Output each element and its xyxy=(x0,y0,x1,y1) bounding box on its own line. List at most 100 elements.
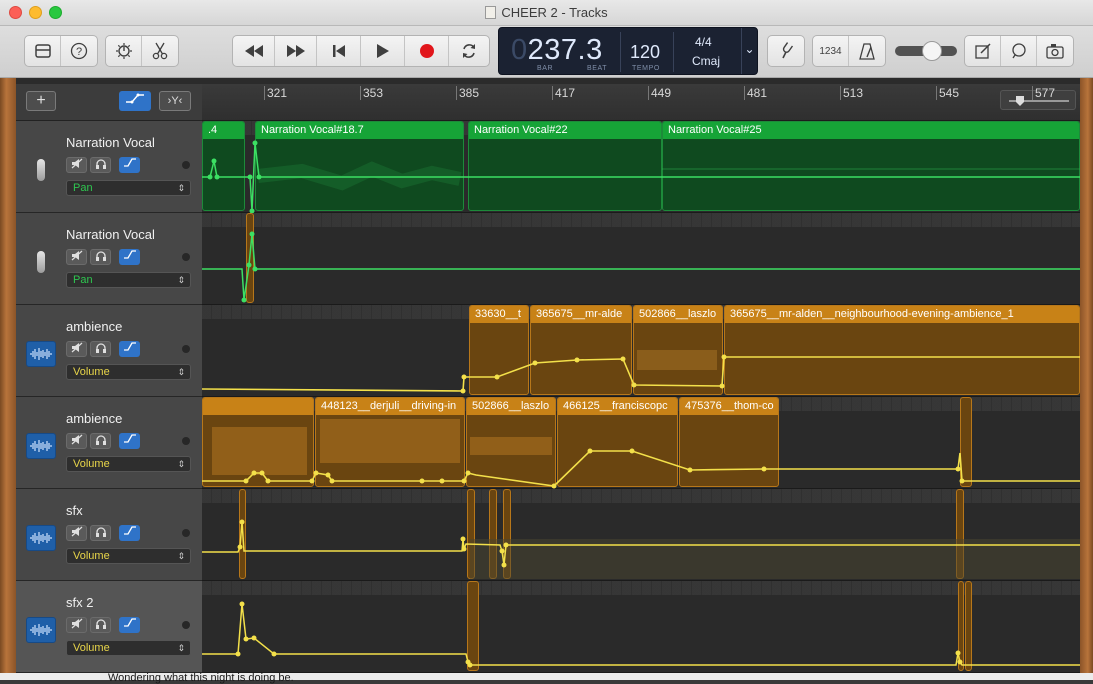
metronome-group: 1234 xyxy=(812,35,886,67)
automation-mode-button[interactable] xyxy=(119,249,140,265)
catch-playhead-button[interactable]: ›Y‹ xyxy=(159,91,191,111)
bar-ruler[interactable]: 321 353 385 417 449 481 513 545 577 xyxy=(202,84,1080,121)
track-lane[interactable] xyxy=(202,581,1080,673)
track-lane[interactable] xyxy=(202,489,1080,581)
smart-controls-button[interactable] xyxy=(106,36,142,66)
headphones-icon xyxy=(95,251,106,261)
show-automation-button[interactable] xyxy=(119,91,151,111)
record-enable-led[interactable] xyxy=(182,621,190,629)
lcd-display[interactable]: 0237.3 BAR BEAT 120 TEMPO 4/4 Cmaj ⌄ xyxy=(498,27,758,75)
automation-mode-button[interactable] xyxy=(119,341,140,357)
library-button[interactable] xyxy=(25,36,61,66)
solo-button[interactable] xyxy=(90,617,111,633)
track-name[interactable]: sfx xyxy=(66,503,83,518)
editor-views-group xyxy=(964,35,1074,67)
waveform-icon xyxy=(26,617,56,643)
record-enable-led[interactable] xyxy=(182,345,190,353)
speaker-muted-icon xyxy=(71,434,82,445)
track-lane[interactable]: 448123__derjuli__driving-in 502866__lasz… xyxy=(202,397,1080,489)
automation-parameter-select[interactable]: Volume ⇕ xyxy=(66,456,191,472)
speaker-muted-icon xyxy=(71,526,82,537)
count-in-button[interactable]: 1234 xyxy=(813,36,849,66)
automation-parameter-select[interactable]: Volume ⇕ xyxy=(66,548,191,564)
track-header[interactable]: ambience Volume ⇕ xyxy=(16,305,202,397)
volume-automation-curve[interactable] xyxy=(202,581,1080,673)
automation-parameter-select[interactable]: Volume ⇕ xyxy=(66,640,191,656)
tuner-button[interactable] xyxy=(768,36,804,66)
rewind-button[interactable] xyxy=(233,36,275,66)
automation-mode-button[interactable] xyxy=(119,617,140,633)
lcd-mode-chevron-icon[interactable]: ⌄ xyxy=(741,28,757,74)
add-track-button[interactable]: + xyxy=(26,91,56,111)
record-enable-led[interactable] xyxy=(182,253,190,261)
volume-automation-curve[interactable] xyxy=(202,489,1080,581)
mute-button[interactable] xyxy=(66,617,87,633)
solo-button[interactable] xyxy=(90,525,111,541)
solo-button[interactable] xyxy=(90,249,111,265)
track-name[interactable]: ambience xyxy=(66,411,122,426)
record-enable-led[interactable] xyxy=(182,161,190,169)
waveform-icon xyxy=(26,525,56,551)
svg-text:?: ? xyxy=(76,46,82,58)
bar-number: 385 xyxy=(459,86,480,100)
automation-parameter-select[interactable]: Pan ⇕ xyxy=(66,272,191,288)
automation-parameter-select[interactable]: Volume ⇕ xyxy=(66,364,191,380)
tuner-group xyxy=(767,35,805,67)
automation-mode-button[interactable] xyxy=(119,433,140,449)
automation-icon xyxy=(123,250,136,259)
tempo-label: TEMPO xyxy=(632,65,660,72)
record-enable-led[interactable] xyxy=(182,437,190,445)
knob-icon xyxy=(115,43,132,59)
bar-tick xyxy=(1032,86,1033,100)
tracks-area[interactable]: 321 353 385 417 449 481 513 545 577 .4 Narration… xyxy=(202,84,1080,673)
cycle-button[interactable] xyxy=(449,36,489,66)
track-name[interactable]: ambience xyxy=(66,319,122,334)
solo-button[interactable] xyxy=(90,341,111,357)
fast-forward-button[interactable] xyxy=(275,36,317,66)
solo-button[interactable] xyxy=(90,433,111,449)
mute-button[interactable] xyxy=(66,157,87,173)
track-header[interactable]: sfx Volume ⇕ xyxy=(16,489,202,581)
automation-icon xyxy=(126,93,144,104)
track-lane[interactable]: 33630__t 365675__mr-alde 502866__laszlo … xyxy=(202,305,1080,397)
bar-tick xyxy=(360,86,361,100)
volume-automation-curve[interactable] xyxy=(202,397,1080,489)
track-name[interactable]: Narration Vocal xyxy=(66,135,155,150)
mute-button[interactable] xyxy=(66,341,87,357)
quick-help-button[interactable]: ? xyxy=(61,36,97,66)
right-wood-panel xyxy=(1080,78,1093,680)
automation-mode-button[interactable] xyxy=(119,157,140,173)
track-header[interactable]: ambience Volume ⇕ xyxy=(16,397,202,489)
browsers-button[interactable] xyxy=(1037,36,1073,66)
mute-button[interactable] xyxy=(66,525,87,541)
track-header[interactable]: sfx 2 Volume ⇕ xyxy=(16,581,202,673)
pan-automation-curve[interactable] xyxy=(202,121,1080,213)
track-lane[interactable]: .4 Narration Vocal#18.7 Narration Vocal#… xyxy=(202,121,1080,213)
metronome-button[interactable] xyxy=(849,36,885,66)
automation-mode-button[interactable] xyxy=(119,525,140,541)
solo-button[interactable] xyxy=(90,157,111,173)
loop-browser-button[interactable] xyxy=(1001,36,1037,66)
record-button[interactable] xyxy=(405,36,449,66)
zoom-knob[interactable] xyxy=(1016,96,1024,106)
track-name[interactable]: sfx 2 xyxy=(66,595,93,610)
headphones-icon xyxy=(95,435,106,445)
volume-automation-curve[interactable] xyxy=(202,305,1080,397)
go-to-beginning-button[interactable] xyxy=(317,36,361,66)
pan-automation-curve[interactable] xyxy=(202,213,1080,305)
mute-button[interactable] xyxy=(66,433,87,449)
left-wood-panel xyxy=(0,78,16,680)
automation-parameter-select[interactable]: Pan ⇕ xyxy=(66,180,191,196)
track-lane[interactable] xyxy=(202,213,1080,305)
list-editors-button[interactable] xyxy=(965,36,1001,66)
master-volume-knob[interactable] xyxy=(922,41,942,61)
play-button[interactable] xyxy=(361,36,405,66)
record-enable-led[interactable] xyxy=(182,529,190,537)
track-header[interactable]: Narration Vocal Pan ⇕ xyxy=(16,121,202,213)
stepper-chevron-icon: ⇕ xyxy=(177,459,185,469)
track-name[interactable]: Narration Vocal xyxy=(66,227,155,242)
track-header[interactable]: Narration Vocal Pan ⇕ xyxy=(16,213,202,305)
stepper-chevron-icon: ⇕ xyxy=(177,643,185,653)
editors-button[interactable] xyxy=(142,36,178,66)
mute-button[interactable] xyxy=(66,249,87,265)
